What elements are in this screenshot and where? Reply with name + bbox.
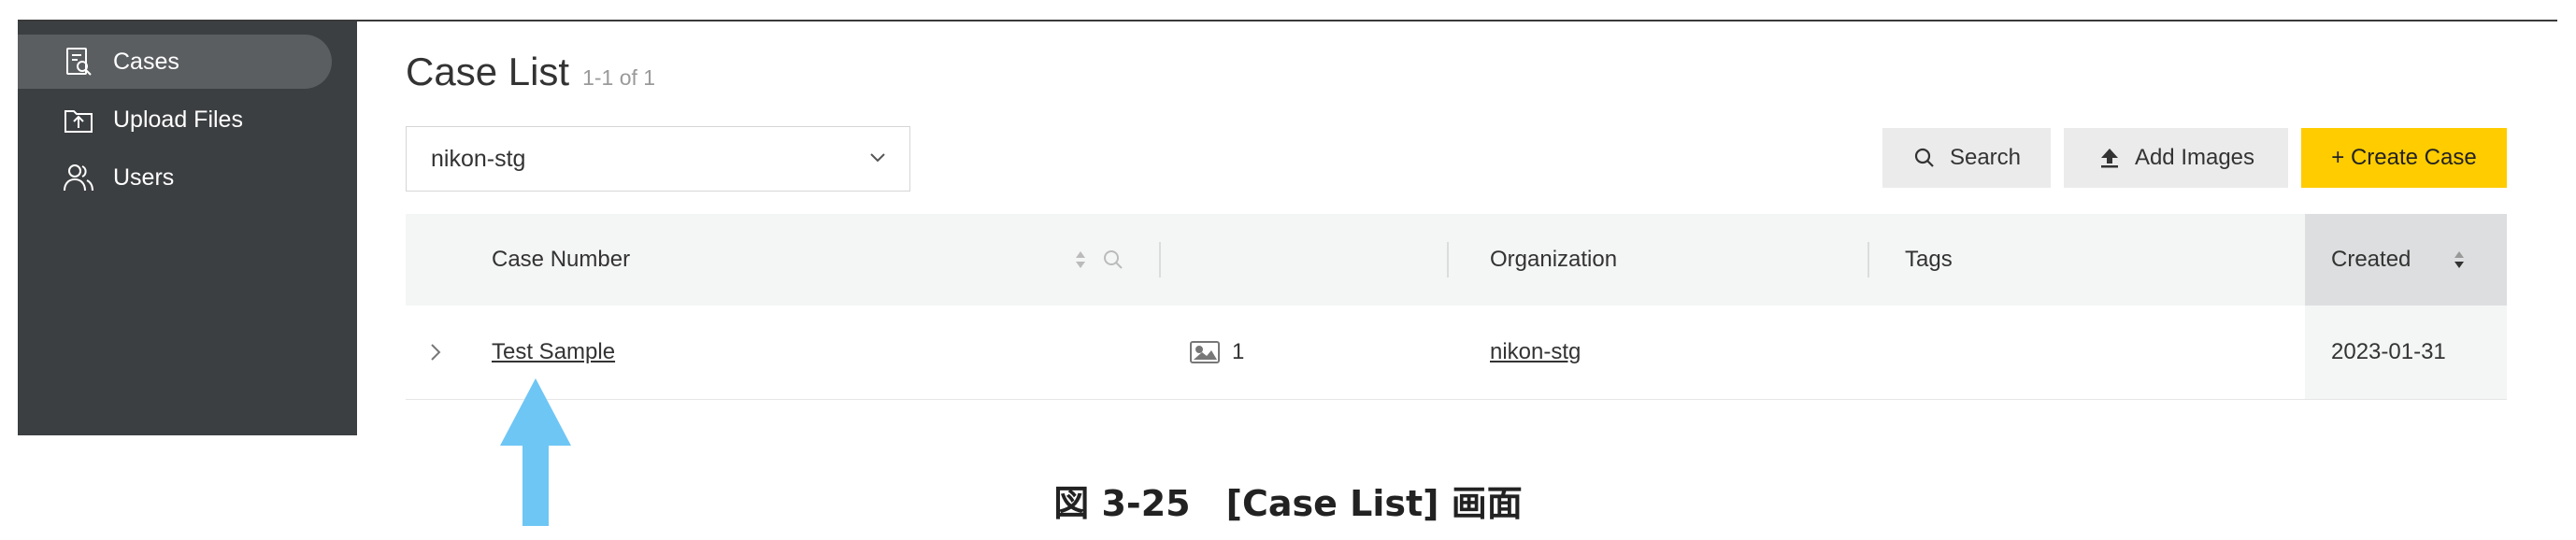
column-divider: [1447, 242, 1449, 277]
sidebar-item-label: Users: [113, 163, 175, 191]
column-header-organization[interactable]: Organization: [1490, 214, 1617, 306]
sidebar-item-label: Upload Files: [113, 106, 243, 133]
organization-select[interactable]: nikon-stg: [406, 126, 910, 192]
column-header-created[interactable]: Created: [2305, 214, 2507, 306]
created-date: 2023-01-31: [2305, 306, 2507, 399]
upload-file-icon: [63, 104, 94, 135]
sidebar-item-label: Cases: [113, 48, 179, 75]
organization-select-value: nikon-stg: [431, 145, 526, 172]
main-content: Case List 1-1 of 1 nikon-stg Search Add …: [357, 21, 2557, 435]
figure-caption: 図 3-25 [Case List] 画面: [1053, 483, 1523, 524]
column-search-icon[interactable]: [1101, 214, 1125, 306]
create-case-button[interactable]: + Create Case: [2301, 128, 2507, 188]
page-title: Case List: [406, 50, 570, 93]
image-icon: [1189, 339, 1221, 365]
add-images-button-label: Add Images: [2134, 145, 2255, 170]
sidebar-item-cases[interactable]: Cases: [18, 35, 332, 89]
organization-link[interactable]: nikon-stg: [1490, 306, 1581, 399]
table-header: Case Number Organization Tags Created: [406, 214, 2507, 306]
sidebar-item-upload-files[interactable]: Upload Files: [18, 92, 332, 147]
table-row[interactable]: Test Sample 1 nikon-stg 2023-01-31: [406, 306, 2507, 400]
column-divider: [1159, 242, 1161, 277]
app-screenshot: Cases Upload Files Users Case List 1-1 o…: [18, 20, 2557, 435]
case-table: Case Number Organization Tags Created Te…: [406, 214, 2507, 400]
column-header-case-number[interactable]: Case Number: [492, 214, 630, 306]
column-header-tags[interactable]: Tags: [1905, 214, 1953, 306]
page-header: Case List 1-1 of 1: [406, 50, 655, 94]
search-button-label: Search: [1949, 145, 2022, 170]
chevron-down-icon: [866, 146, 889, 168]
sidebar-item-users[interactable]: Users: [18, 150, 332, 205]
sort-icon[interactable]: [1073, 214, 1088, 306]
case-search-icon: [63, 46, 94, 78]
image-count: 1: [1189, 306, 1244, 399]
upload-icon: [2097, 146, 2122, 170]
column-divider: [1868, 242, 1869, 277]
sort-desc-icon: [2452, 249, 2467, 271]
sidebar: Cases Upload Files Users: [18, 21, 357, 435]
add-images-button[interactable]: Add Images: [2064, 128, 2288, 188]
expand-row-icon[interactable]: [426, 306, 445, 399]
create-case-button-label: + Create Case: [2331, 145, 2477, 170]
search-icon: [1912, 146, 1937, 170]
search-button[interactable]: Search: [1882, 128, 2051, 188]
result-count: 1-1 of 1: [582, 65, 656, 90]
users-icon: [63, 162, 94, 193]
